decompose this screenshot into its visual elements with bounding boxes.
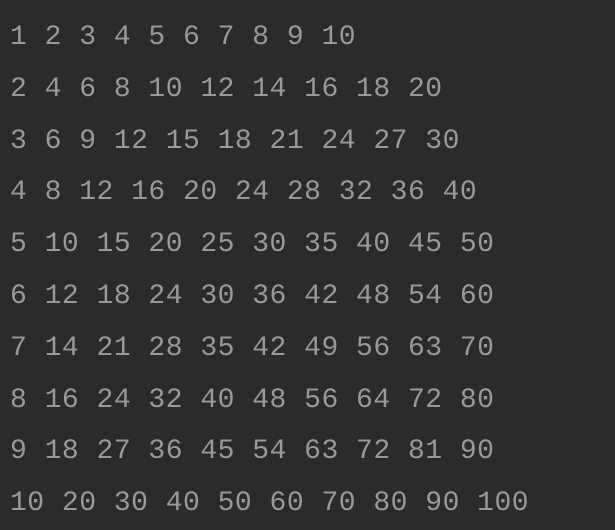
output-row: 7 14 21 28 35 42 49 56 63 70 (10, 323, 605, 375)
output-row: 8 16 24 32 40 48 56 64 72 80 (10, 375, 605, 427)
output-row: 4 8 12 16 20 24 28 32 36 40 (10, 167, 605, 219)
output-row: 1 2 3 4 5 6 7 8 9 10 (10, 12, 605, 64)
output-row: 6 12 18 24 30 36 42 48 54 60 (10, 271, 605, 323)
output-row: 3 6 9 12 15 18 21 24 27 30 (10, 116, 605, 168)
output-row: 9 18 27 36 45 54 63 72 81 90 (10, 426, 605, 478)
console-output: 1 2 3 4 5 6 7 8 9 10 2 4 6 8 10 12 14 16… (10, 12, 605, 530)
output-row: 5 10 15 20 25 30 35 40 45 50 (10, 219, 605, 271)
output-row: 10 20 30 40 50 60 70 80 90 100 (10, 478, 605, 530)
output-row: 2 4 6 8 10 12 14 16 18 20 (10, 64, 605, 116)
